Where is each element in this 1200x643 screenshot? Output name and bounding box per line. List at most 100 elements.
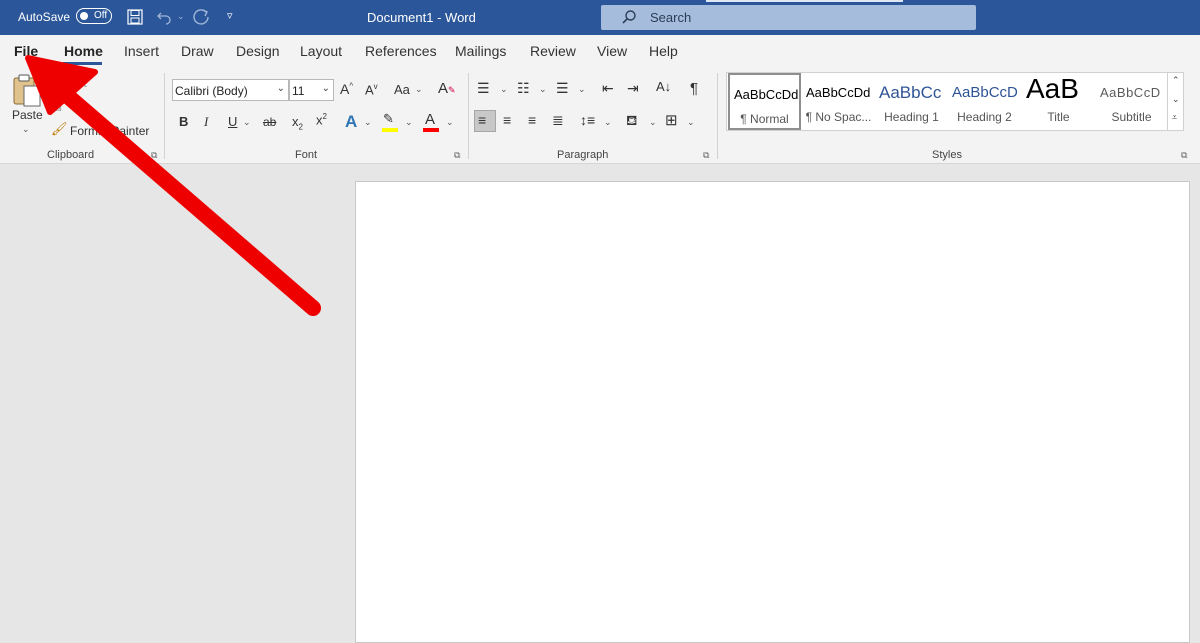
underline-dropdown-icon[interactable]: ⌄ bbox=[243, 117, 251, 128]
save-icon[interactable] bbox=[127, 9, 143, 25]
sort-icon[interactable]: A↓ bbox=[656, 79, 671, 94]
tab-help[interactable]: Help bbox=[649, 43, 678, 59]
show-paragraph-marks-icon[interactable]: ¶ bbox=[690, 80, 698, 97]
styles-launcher-icon[interactable]: ⧉ bbox=[1181, 150, 1187, 161]
highlight-icon[interactable]: ✎ bbox=[383, 111, 394, 127]
undo-icon[interactable] bbox=[156, 9, 172, 25]
text-effects-icon[interactable]: A bbox=[345, 112, 357, 132]
font-color-dropdown-icon[interactable]: ⌄ bbox=[446, 117, 454, 128]
clear-formatting-icon[interactable]: A✎ bbox=[438, 80, 456, 97]
numbering-icon[interactable]: ☷ bbox=[517, 80, 530, 97]
style-normal[interactable]: AaBbCcDd ¶ Normal bbox=[728, 73, 801, 130]
text-effects-dropdown-icon[interactable]: ⌄ bbox=[364, 117, 372, 128]
autosave-state: Off bbox=[94, 10, 108, 21]
separator bbox=[164, 73, 165, 159]
ribbon: Paste ⌄ ✂ Cut ⧉ 🖌 Format Painter Clipboa… bbox=[0, 69, 1200, 164]
tab-home[interactable]: Home bbox=[64, 43, 103, 59]
grow-font-icon[interactable]: A^ bbox=[340, 81, 353, 97]
paragraph-group-label: Paragraph bbox=[557, 149, 609, 161]
paragraph-launcher-icon[interactable]: ⧉ bbox=[703, 150, 709, 161]
tab-review[interactable]: Review bbox=[530, 43, 576, 59]
title-accent bbox=[706, 0, 903, 2]
redo-icon[interactable] bbox=[193, 8, 211, 26]
decrease-indent-icon[interactable]: ⇤ bbox=[602, 80, 614, 97]
line-spacing-icon[interactable]: ↕≡ bbox=[580, 112, 595, 128]
tab-draw[interactable]: Draw bbox=[181, 43, 214, 59]
style-subtitle[interactable]: AaBbCcD Subtitle bbox=[1095, 73, 1168, 130]
style-heading-2[interactable]: AaBbCcD Heading 2 bbox=[948, 73, 1021, 130]
bold-icon[interactable]: B bbox=[179, 114, 188, 129]
shading-icon[interactable]: ⛾ bbox=[626, 112, 637, 131]
font-name-combo[interactable]: Calibri (Body) ⌄ bbox=[172, 79, 289, 101]
highlight-color-swatch bbox=[382, 128, 398, 132]
tab-references[interactable]: References bbox=[365, 43, 437, 59]
borders-icon[interactable]: ⊞ bbox=[665, 111, 678, 129]
italic-icon[interactable]: I bbox=[204, 114, 208, 130]
tab-view[interactable]: View bbox=[597, 43, 627, 59]
numbering-dropdown-icon[interactable]: ⌄ bbox=[539, 84, 547, 95]
change-case-icon[interactable]: Aa bbox=[394, 82, 410, 97]
subscript-icon[interactable]: x2 bbox=[292, 114, 303, 132]
underline-icon[interactable]: U bbox=[228, 114, 237, 129]
font-size-combo[interactable]: 11 ⌄ bbox=[289, 79, 334, 101]
active-tab-indicator bbox=[63, 62, 102, 65]
format-painter-icon[interactable]: 🖌 bbox=[51, 121, 68, 137]
autosave-toggle[interactable]: Off bbox=[76, 8, 112, 24]
multilevel-list-icon[interactable]: ☰ bbox=[556, 80, 569, 97]
tab-insert[interactable]: Insert bbox=[124, 43, 159, 59]
paste-icon[interactable] bbox=[12, 73, 42, 109]
change-case-dropdown-icon[interactable]: ⌄ bbox=[415, 84, 423, 95]
style-subtitle-name: Subtitle bbox=[1111, 110, 1152, 124]
undo-dropdown-icon[interactable]: ⌄ bbox=[177, 11, 185, 22]
bullets-icon[interactable]: ☰ bbox=[477, 80, 490, 97]
font-launcher-icon[interactable]: ⧉ bbox=[454, 150, 460, 161]
paste-dropdown-icon[interactable]: ⌄ bbox=[22, 124, 30, 135]
style-heading-2-name: Heading 2 bbox=[957, 110, 1012, 124]
shrink-font-icon[interactable]: Av bbox=[365, 82, 378, 97]
styles-scroll-up-icon[interactable]: ⌃ bbox=[1172, 75, 1180, 86]
title-bar: AutoSave Off ⌄ ▿ Document1 - Word Search bbox=[0, 0, 1200, 35]
align-center-icon[interactable]: ≡ bbox=[503, 112, 511, 128]
align-left-icon[interactable]: ≡ bbox=[478, 112, 486, 128]
multilevel-dropdown-icon[interactable]: ⌄ bbox=[578, 84, 586, 95]
style-title-name: Title bbox=[1047, 110, 1070, 124]
tab-mailings[interactable]: Mailings bbox=[455, 43, 506, 59]
styles-scroll-down-icon[interactable]: ⌄ bbox=[1172, 94, 1180, 105]
font-size-dropdown-icon[interactable]: ⌄ bbox=[322, 83, 330, 94]
font-color-swatch bbox=[423, 128, 439, 132]
shading-dropdown-icon[interactable]: ⌄ bbox=[649, 117, 657, 128]
style-title[interactable]: AaB Title bbox=[1022, 73, 1095, 130]
ribbon-tabs: File Home Insert Draw Design Layout Refe… bbox=[0, 35, 1200, 69]
tab-design[interactable]: Design bbox=[236, 43, 280, 59]
tab-file[interactable]: File bbox=[14, 43, 38, 59]
line-spacing-dropdown-icon[interactable]: ⌄ bbox=[604, 117, 612, 128]
cut-label[interactable]: Cut bbox=[68, 76, 87, 90]
tab-layout[interactable]: Layout bbox=[300, 43, 342, 59]
toggle-knob bbox=[80, 12, 88, 20]
highlight-dropdown-icon[interactable]: ⌄ bbox=[405, 117, 413, 128]
increase-indent-icon[interactable]: ⇥ bbox=[627, 80, 639, 97]
customize-qat-icon[interactable]: ▿ bbox=[227, 9, 233, 22]
separator bbox=[468, 73, 469, 159]
style-no-spacing-preview: AaBbCcDd bbox=[806, 85, 871, 100]
style-heading-2-preview: AaBbCcD bbox=[952, 84, 1018, 101]
cut-icon[interactable]: ✂ bbox=[53, 75, 63, 89]
superscript-icon[interactable]: x2 bbox=[316, 112, 327, 127]
style-no-spacing[interactable]: AaBbCcDd ¶ No Spac... bbox=[802, 73, 875, 130]
styles-scroll: ⌃ ⌄ ⩡ bbox=[1167, 72, 1185, 131]
clipboard-launcher-icon[interactable]: ⧉ bbox=[151, 150, 157, 161]
font-color-icon[interactable]: A bbox=[425, 111, 435, 128]
style-heading-1[interactable]: AaBbCc Heading 1 bbox=[875, 73, 948, 130]
font-name-dropdown-icon[interactable]: ⌄ bbox=[277, 83, 285, 94]
document-page[interactable] bbox=[355, 181, 1190, 643]
paste-label[interactable]: Paste bbox=[12, 108, 43, 122]
align-right-icon[interactable]: ≡ bbox=[528, 112, 536, 128]
strikethrough-icon[interactable]: ab bbox=[263, 115, 276, 129]
search-box[interactable]: Search bbox=[601, 5, 976, 30]
styles-more-icon[interactable]: ⩡ bbox=[1172, 112, 1177, 123]
justify-icon[interactable]: ≣ bbox=[552, 112, 564, 129]
format-painter-label[interactable]: Format Painter bbox=[70, 124, 149, 138]
copy-icon[interactable]: ⧉ bbox=[53, 100, 62, 115]
borders-dropdown-icon[interactable]: ⌄ bbox=[687, 117, 695, 128]
bullets-dropdown-icon[interactable]: ⌄ bbox=[500, 84, 508, 95]
